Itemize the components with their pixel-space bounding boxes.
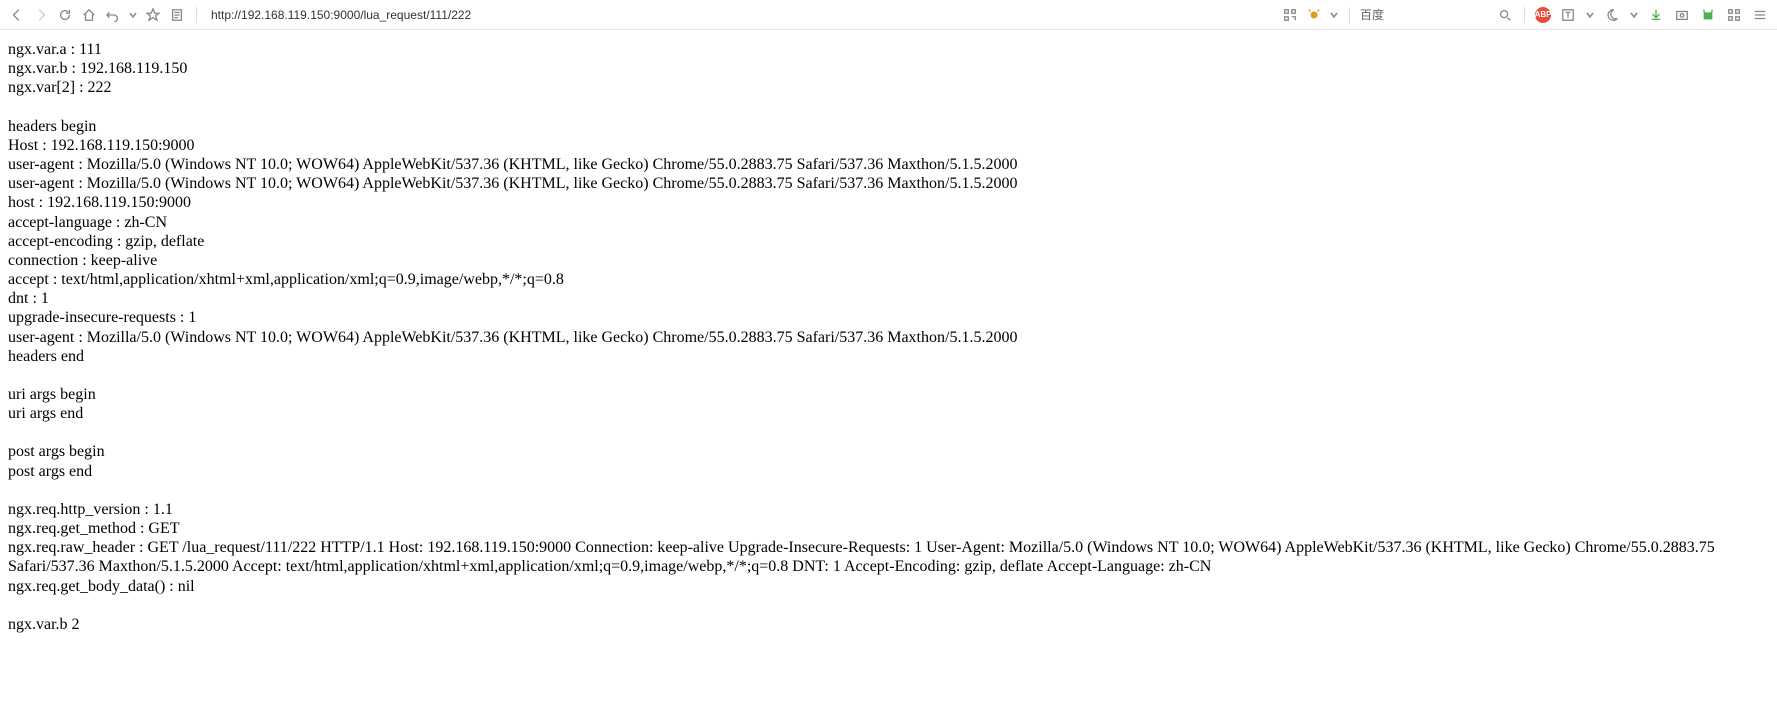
content-line: ngx.var[2] : 222	[8, 78, 1769, 97]
content-line: host : 192.168.119.150:9000	[8, 193, 1769, 212]
content-line: upgrade-insecure-requests : 1	[8, 308, 1769, 327]
extension-icons: ABP	[1535, 6, 1769, 24]
content-line: headers end	[8, 347, 1769, 366]
capture-icon[interactable]	[1673, 6, 1691, 24]
content-line	[8, 481, 1769, 500]
cat-icon[interactable]	[1699, 6, 1717, 24]
content-line: accept : text/html,application/xhtml+xml…	[8, 270, 1769, 289]
forward-icon[interactable]	[32, 6, 50, 24]
content-line: accept-encoding : gzip, deflate	[8, 232, 1769, 251]
content-line: user-agent : Mozilla/5.0 (Windows NT 10.…	[8, 174, 1769, 193]
content-line	[8, 423, 1769, 442]
content-line: dnt : 1	[8, 289, 1769, 308]
chevron-down-icon[interactable]	[1629, 6, 1639, 24]
content-line: ngx.req.get_method : GET	[8, 519, 1769, 538]
adblock-icon[interactable]: ABP	[1535, 7, 1551, 23]
toolbar-separator	[196, 7, 197, 23]
content-line: accept-language : zh-CN	[8, 213, 1769, 232]
content-line	[8, 596, 1769, 615]
browser-toolbar: http://192.168.119.150:9000/lua_request/…	[0, 0, 1777, 30]
menu-icon[interactable]	[1751, 6, 1769, 24]
content-line: ngx.var.a : 111	[8, 40, 1769, 59]
note-icon[interactable]	[168, 6, 186, 24]
content-line: post args end	[8, 462, 1769, 481]
search-icon[interactable]	[1496, 6, 1514, 24]
toolbar-separator	[1524, 7, 1525, 23]
content-line	[8, 366, 1769, 385]
chevron-down-icon[interactable]	[1585, 6, 1595, 24]
undo-icon[interactable]	[104, 6, 122, 24]
bee-icon[interactable]	[1305, 6, 1323, 24]
moon-icon[interactable]	[1603, 6, 1621, 24]
content-line: ngx.req.raw_header : GET /lua_request/11…	[8, 538, 1769, 576]
content-line: ngx.req.get_body_data() : nil	[8, 577, 1769, 596]
content-line: uri args end	[8, 404, 1769, 423]
content-line: uri args begin	[8, 385, 1769, 404]
home-icon[interactable]	[80, 6, 98, 24]
download-icon[interactable]	[1647, 6, 1665, 24]
apps-icon[interactable]	[1725, 6, 1743, 24]
content-line: ngx.req.http_version : 1.1	[8, 500, 1769, 519]
content-line: connection : keep-alive	[8, 251, 1769, 270]
content-line	[8, 98, 1769, 117]
back-icon[interactable]	[8, 6, 26, 24]
content-line: user-agent : Mozilla/5.0 (Windows NT 10.…	[8, 328, 1769, 347]
star-icon[interactable]	[144, 6, 162, 24]
url-bar[interactable]: http://192.168.119.150:9000/lua_request/…	[207, 6, 507, 24]
content-line: post args begin	[8, 442, 1769, 461]
content-line: ngx.var.b 2	[8, 615, 1769, 634]
page-content: ngx.var.a : 111ngx.var.b : 192.168.119.1…	[0, 30, 1777, 644]
content-line: user-agent : Mozilla/5.0 (Windows NT 10.…	[8, 155, 1769, 174]
content-line: headers begin	[8, 117, 1769, 136]
reload-icon[interactable]	[56, 6, 74, 24]
content-line: Host : 192.168.119.150:9000	[8, 136, 1769, 155]
translate-icon[interactable]	[1559, 6, 1577, 24]
qr-icon[interactable]	[1281, 6, 1299, 24]
chevron-down-icon[interactable]	[128, 6, 138, 24]
search-engine-label: 百度	[1360, 6, 1384, 23]
content-line: ngx.var.b : 192.168.119.150	[8, 59, 1769, 78]
chevron-down-icon[interactable]	[1329, 6, 1339, 24]
search-box[interactable]: 百度	[1360, 6, 1384, 23]
toolbar-separator	[1349, 7, 1350, 23]
